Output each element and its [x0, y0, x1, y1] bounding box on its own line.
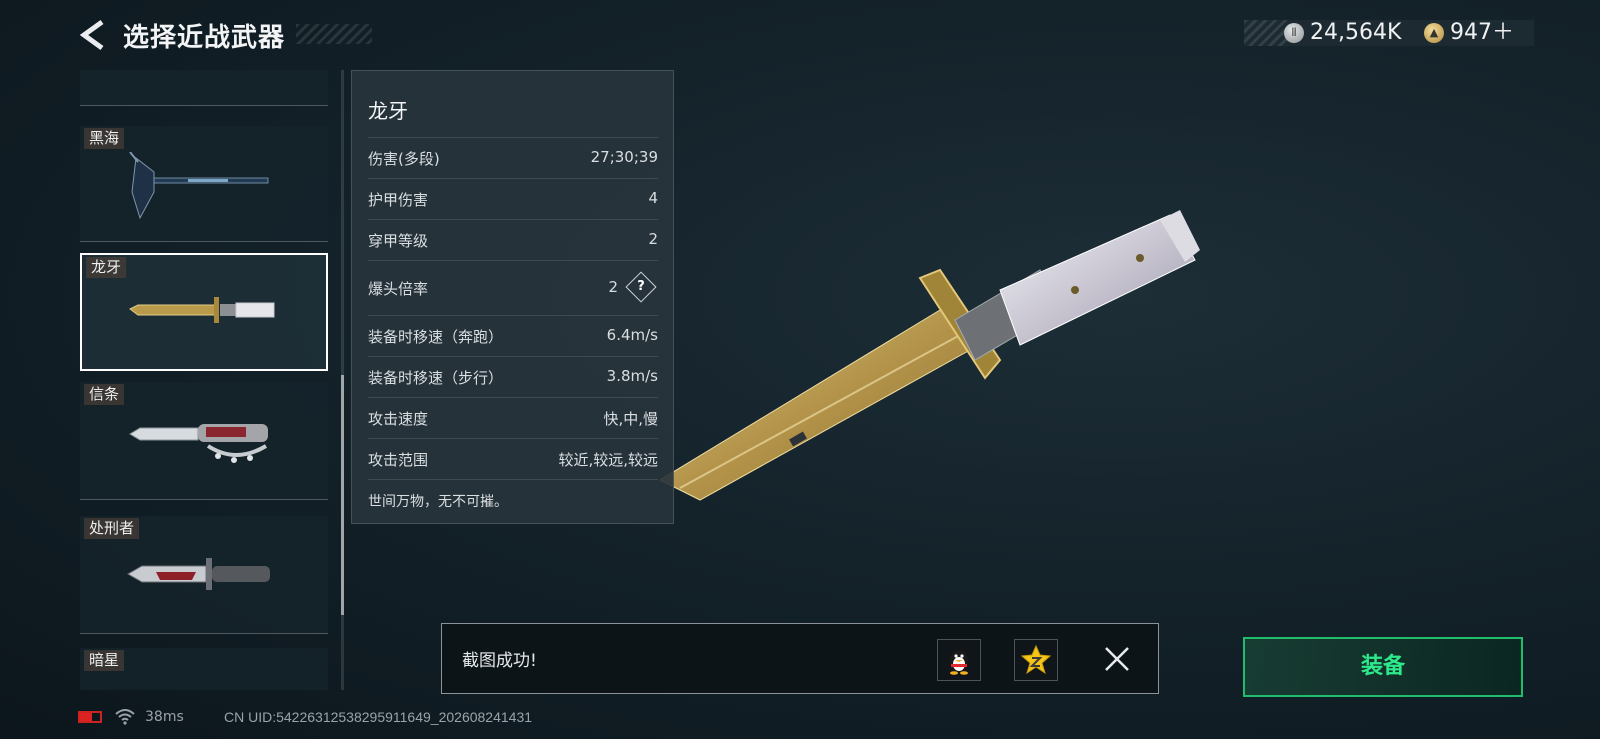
ping-value: 38ms [145, 709, 184, 725]
stat-label: 穿甲等级 [368, 232, 429, 250]
page-title: 选择近战武器 [123, 23, 286, 53]
stat-row: 护甲伤害 4 [368, 178, 658, 219]
executioner-knife-weapon-image [126, 558, 270, 590]
stat-row: 装备时移速（步行） 3.8m/s [368, 356, 658, 397]
qzone-star-icon [1020, 644, 1052, 675]
stat-value: 6.4m/s [606, 326, 658, 344]
gold-currency-value[interactable]: 947＋ [1450, 20, 1514, 46]
stat-row: 装备时移速（奔跑） 6.4m/s [368, 315, 658, 356]
silver-currency-value: 24,564K [1310, 20, 1402, 45]
toast-message: 截图成功! [462, 651, 537, 671]
qq-penguin-icon [950, 650, 968, 675]
weapon-card[interactable] [80, 70, 328, 106]
stat-value: 3.8m/s [606, 367, 658, 385]
weapon-card-heihai[interactable]: 黑海 [80, 126, 328, 242]
title-decoration [296, 24, 372, 44]
knuckle-knife-weapon-image [129, 424, 268, 463]
axe-weapon-image [129, 152, 269, 220]
user-uid: CN UID:54226312538295911649_202608241431 [224, 709, 533, 725]
share-qq-button[interactable] [937, 639, 981, 681]
stat-label: 攻击范围 [368, 451, 429, 469]
gold-coin-icon: ▲ [1424, 23, 1444, 43]
bayonet-preview-image [658, 210, 1200, 501]
stat-label: 爆头倍率 [368, 280, 429, 298]
back-arrow-icon [79, 19, 104, 51]
stat-value: 2 [648, 230, 658, 248]
weapon-flavor-text: 世间万物，无不可摧。 [368, 494, 508, 510]
stat-row: 伤害(多段) 27;30;39 [368, 137, 658, 178]
currency-decoration [1244, 20, 1288, 46]
weapon-card-xintiao[interactable]: 信条 [80, 382, 328, 500]
card-divider [80, 241, 328, 242]
stat-label: 装备时移速（步行） [368, 369, 504, 387]
help-symbol: ? [637, 279, 645, 294]
card-divider [80, 105, 328, 106]
equip-button[interactable]: 装备 [1243, 637, 1523, 697]
screenshot-toast: 截图成功! [441, 623, 1159, 694]
weapon-card-label: 处刑者 [84, 518, 140, 539]
weapon-card-chuxingzhe[interactable]: 处刑者 [80, 516, 328, 634]
stat-row: 爆头倍率 2 ? [368, 260, 658, 315]
stat-value: 较近,较远,较远 [558, 451, 658, 469]
stat-value: 27;30;39 [590, 148, 658, 166]
stat-label: 伤害(多段) [368, 150, 440, 168]
stat-label: 攻击速度 [368, 410, 429, 428]
stat-row: 穿甲等级 2 [368, 219, 658, 260]
stat-row: 攻击范围 较近,较远,较远 [368, 438, 658, 479]
help-icon[interactable]: ? [625, 271, 657, 303]
wifi-icon [115, 709, 135, 725]
weapon-list: 黑海 龙牙 信条 处刑者 暗星 [80, 70, 330, 690]
weapon-card-label: 暗星 [84, 650, 125, 671]
stat-value: 2 [608, 278, 618, 296]
battery-icon [78, 711, 102, 723]
card-divider [80, 633, 328, 634]
weapon-card-anxing[interactable]: 暗星 [80, 648, 328, 690]
silver-coin-icon: ⦀ [1284, 23, 1304, 43]
currency-bar: ⦀ 24,564K ▲ 947＋ [1244, 20, 1534, 46]
weapon-card-label: 信条 [84, 384, 125, 405]
weapon-card-label: 龙牙 [86, 257, 127, 278]
back-button[interactable] [78, 18, 106, 52]
share-qzone-button[interactable] [1014, 639, 1058, 681]
card-divider [80, 499, 328, 500]
stat-value: 4 [648, 189, 658, 207]
weapon-card-label: 黑海 [84, 128, 125, 149]
equip-button-label: 装备 [1360, 654, 1405, 679]
stat-label: 装备时移速（奔跑） [368, 328, 504, 346]
close-icon [1105, 647, 1129, 671]
list-scrollbar-thumb[interactable] [341, 375, 344, 615]
weapon-name: 龙牙 [368, 99, 408, 123]
weapon-stats-panel: 龙牙 伤害(多段) 27;30;39 护甲伤害 4 穿甲等级 2 爆头倍率 2 … [351, 70, 674, 524]
toast-close-button[interactable] [1102, 644, 1132, 674]
stat-value: 快,中,慢 [603, 410, 658, 428]
bayonet-weapon-image [129, 297, 275, 323]
stat-label: 护甲伤害 [368, 191, 429, 209]
stat-divider [368, 479, 658, 481]
stat-row: 攻击速度 快,中,慢 [368, 397, 658, 438]
weapon-card-longya[interactable]: 龙牙 [80, 253, 328, 371]
